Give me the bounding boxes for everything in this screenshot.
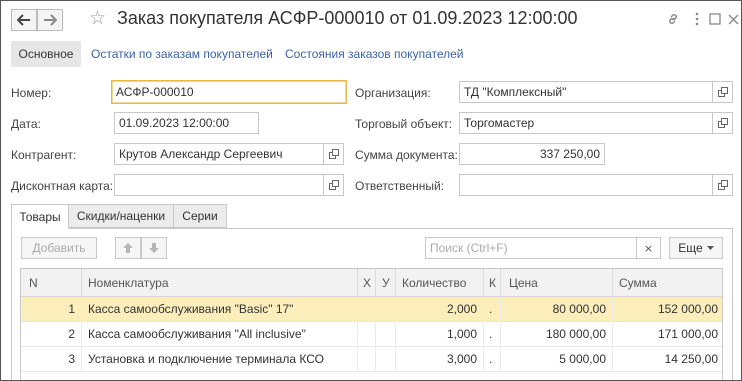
- maximize-icon[interactable]: [705, 10, 725, 28]
- tab-series[interactable]: Серии: [173, 204, 227, 228]
- doc-sum-field[interactable]: 337 250,00: [459, 143, 605, 165]
- organization-label: Организация:: [355, 86, 431, 100]
- chevron-down-icon: [706, 246, 714, 250]
- more-vertical-icon[interactable]: [687, 10, 707, 28]
- arrow-right-icon: [44, 14, 57, 26]
- nav-link-order-states[interactable]: Состояния заказов покупателей: [285, 47, 464, 61]
- arrow-left-icon: [17, 14, 30, 26]
- cell-x: [358, 297, 376, 322]
- counterparty-label: Контрагент:: [11, 148, 77, 162]
- open-form-icon: [717, 118, 728, 128]
- col-qty[interactable]: Количество: [396, 269, 484, 297]
- open-form-icon: [717, 180, 728, 190]
- col-item[interactable]: Номенклатура: [82, 269, 358, 297]
- cell-y: [376, 322, 396, 347]
- more-label: Еще: [678, 241, 703, 255]
- responsible-label: Ответственный:: [355, 179, 445, 193]
- search-input[interactable]: Поиск (Ctrl+F): [425, 237, 637, 259]
- date-field[interactable]: 01.09.2023 12:00:00: [114, 112, 259, 134]
- star-icon[interactable]: ☆: [89, 7, 106, 29]
- cell-price: 180 000,00: [501, 322, 613, 347]
- number-field[interactable]: АСФР-000010: [111, 80, 347, 104]
- nav-main-tab[interactable]: Основное: [11, 41, 81, 67]
- move-up-button[interactable]: [115, 237, 141, 259]
- organization-field[interactable]: ТД "Комплексный": [459, 81, 713, 103]
- col-k[interactable]: К: [484, 269, 501, 297]
- cell-item: Касса самообслуживания "Basic" 17": [82, 297, 358, 322]
- cell-qty: 2,000: [396, 297, 484, 322]
- table-row[interactable]: 2 Касса самообслуживания "All inclusive"…: [21, 322, 722, 347]
- document-window: ☆ Заказ покупателя АСФР-000010 от 01.09.…: [0, 0, 742, 381]
- cell-n: 1: [21, 297, 82, 322]
- cell-n: 3: [21, 347, 82, 372]
- arrow-down-icon: [149, 243, 159, 253]
- counterparty-field[interactable]: Крутов Александр Сергеевич: [114, 143, 324, 165]
- tab-goods[interactable]: Товары: [11, 204, 69, 229]
- trade-object-field[interactable]: Торгомастер: [459, 112, 713, 134]
- move-down-button[interactable]: [141, 237, 167, 259]
- open-form-icon: [328, 149, 339, 159]
- nav-link-order-balances[interactable]: Остатки по заказам покупателей: [91, 47, 273, 61]
- cell-item: Касса самообслуживания "All inclusive": [82, 322, 358, 347]
- cell-k: .: [484, 347, 501, 372]
- doc-sum-label: Сумма документа:: [355, 148, 458, 162]
- cell-price: 80 000,00: [501, 297, 613, 322]
- cell-y: [376, 297, 396, 322]
- cell-n: 2: [21, 322, 82, 347]
- cell-x: [358, 322, 376, 347]
- discount-card-label: Дисконтная карта:: [11, 179, 114, 193]
- link-icon[interactable]: [663, 10, 683, 28]
- date-label: Дата:: [11, 117, 41, 131]
- back-button[interactable]: [11, 9, 37, 31]
- goods-table: N Номенклатура Х У Количество К Цена Сум…: [20, 268, 723, 380]
- open-form-icon: [717, 87, 728, 97]
- cell-k: .: [484, 297, 501, 322]
- cell-x: [358, 347, 376, 372]
- open-form-icon: [328, 180, 339, 190]
- clear-search-button[interactable]: ×: [637, 237, 661, 259]
- more-button[interactable]: Еще: [669, 237, 723, 259]
- col-price[interactable]: Цена: [501, 269, 613, 297]
- responsible-field[interactable]: [459, 174, 713, 196]
- cell-y: [376, 347, 396, 372]
- discount-card-open-button[interactable]: [324, 174, 344, 196]
- col-sum[interactable]: Сумма: [613, 269, 722, 297]
- page-title: Заказ покупателя АСФР-000010 от 01.09.20…: [117, 8, 578, 28]
- forward-button[interactable]: [37, 9, 63, 31]
- arrow-up-icon: [123, 243, 133, 253]
- col-n[interactable]: N: [21, 269, 82, 297]
- cell-sum: 171 000,00: [657, 327, 718, 341]
- counterparty-open-button[interactable]: [324, 143, 344, 165]
- col-x[interactable]: Х: [358, 269, 376, 297]
- number-label: Номер:: [11, 86, 52, 100]
- table-header: N Номенклатура Х У Количество К Цена Сум…: [21, 269, 722, 297]
- cell-qty: 1,000: [396, 322, 484, 347]
- col-y[interactable]: У: [376, 269, 396, 297]
- cell-qty: 3,000: [396, 347, 484, 372]
- cell-sum: 14 250,00: [664, 352, 718, 366]
- trade-object-open-button[interactable]: [713, 112, 733, 134]
- tab-discounts[interactable]: Скидки/наценки: [68, 204, 174, 228]
- trade-object-label: Торговый объект:: [355, 117, 453, 131]
- responsible-open-button[interactable]: [713, 174, 733, 196]
- table-row[interactable]: 3 Установка и подключение терминала КСО …: [21, 347, 722, 372]
- close-icon[interactable]: [723, 10, 741, 28]
- cell-sum: 152 000,00: [657, 302, 718, 316]
- organization-open-button[interactable]: [713, 81, 733, 103]
- add-button[interactable]: Добавить: [21, 237, 97, 259]
- cell-item: Установка и подключение терминала КСО: [82, 347, 358, 372]
- discount-card-field[interactable]: [114, 174, 324, 196]
- table-row[interactable]: 1 Касса самообслуживания "Basic" 17" 2,0…: [21, 297, 722, 322]
- cell-k: .: [484, 322, 501, 347]
- cell-price: 5 000,00: [501, 347, 613, 372]
